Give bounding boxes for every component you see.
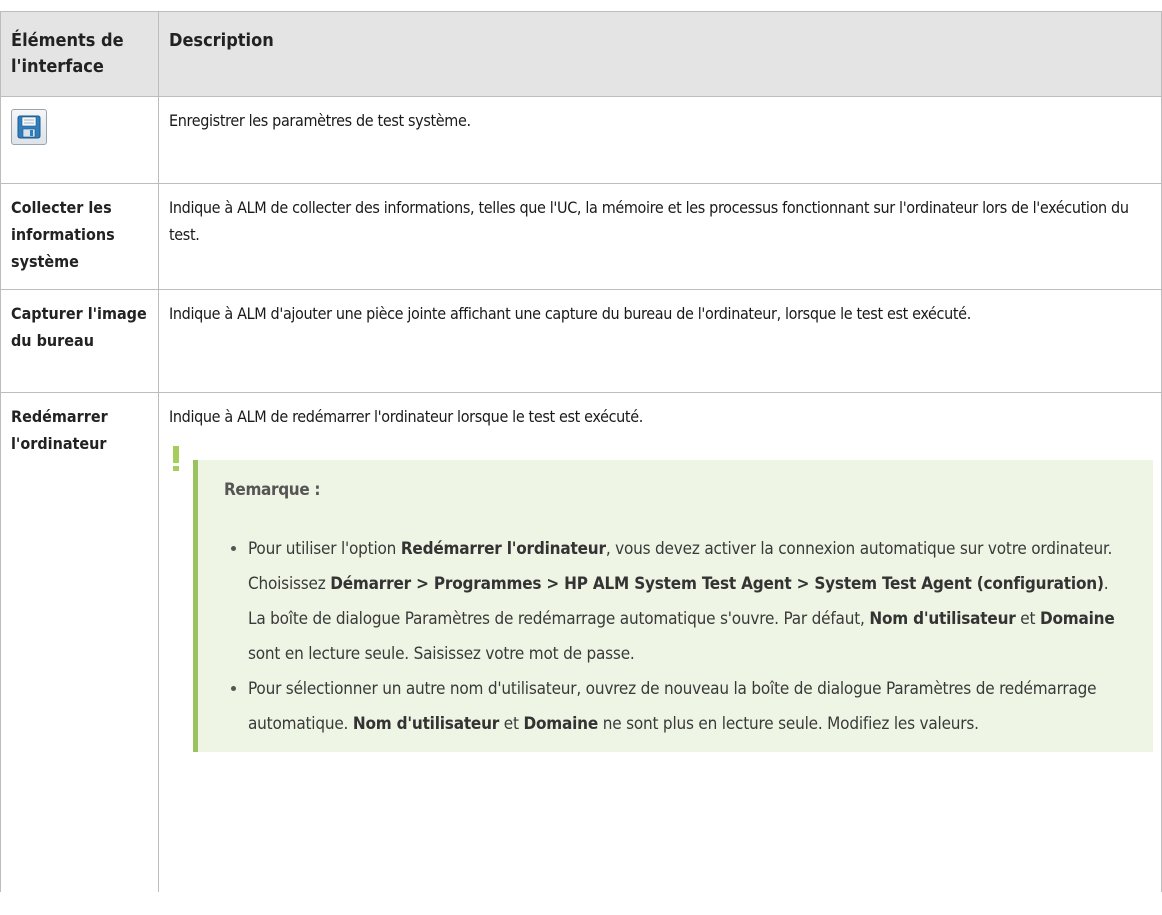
field-name: Domaine bbox=[523, 714, 599, 734]
save-icon[interactable] bbox=[11, 109, 47, 145]
element-cell: Capturer l'image du bureau bbox=[0, 289, 159, 393]
note-list: Pour utiliser l'option Redémarrer l'ordi… bbox=[224, 532, 1123, 742]
list-item: Pour utiliser l'option Redémarrer l'ordi… bbox=[248, 532, 1123, 672]
table-row: Enregistrer les paramètres de test systè… bbox=[0, 96, 1162, 184]
column-header-description: Description bbox=[158, 11, 1162, 97]
description-cell: Indique à ALM de collecter des informati… bbox=[158, 183, 1162, 290]
table-row: Redémarrer l'ordinateur Indique à ALM de… bbox=[0, 392, 1162, 892]
note-flag-icon bbox=[173, 446, 179, 471]
column-header-elements: Éléments de l'interface bbox=[0, 11, 159, 97]
element-cell: Collecter les informations système bbox=[0, 183, 159, 290]
option-name: Redémarrer l'ordinateur bbox=[400, 539, 606, 559]
menu-path: Démarrer > Programmes > HP ALM System Te… bbox=[330, 574, 1104, 594]
note-box: Remarque : Pour utiliser l'option Redéma… bbox=[173, 446, 1153, 752]
element-cell: Redémarrer l'ordinateur bbox=[0, 392, 159, 892]
field-name: Nom d'utilisateur bbox=[352, 714, 500, 734]
description-text: Indique à ALM de redémarrer l'ordinateur… bbox=[169, 407, 643, 426]
note-title: Remarque : bbox=[224, 480, 321, 500]
table-row: Collecter les informations système Indiq… bbox=[0, 183, 1162, 290]
description-cell: Indique à ALM de redémarrer l'ordinateur… bbox=[158, 392, 1162, 892]
element-cell bbox=[0, 96, 159, 184]
field-name: Nom d'utilisateur bbox=[869, 609, 1016, 629]
list-item: Pour sélectionner un autre nom d'utilisa… bbox=[248, 672, 1123, 742]
table-header-row: Éléments de l'interface Description bbox=[0, 11, 1162, 97]
ui-elements-table: Éléments de l'interface Description Enre bbox=[0, 11, 1162, 892]
field-name: Domaine bbox=[1039, 609, 1115, 629]
description-cell: Enregistrer les paramètres de test systè… bbox=[158, 96, 1162, 184]
description-cell: Indique à ALM d'ajouter une pièce jointe… bbox=[158, 289, 1162, 393]
table-row: Capturer l'image du bureau Indique à ALM… bbox=[0, 289, 1162, 393]
